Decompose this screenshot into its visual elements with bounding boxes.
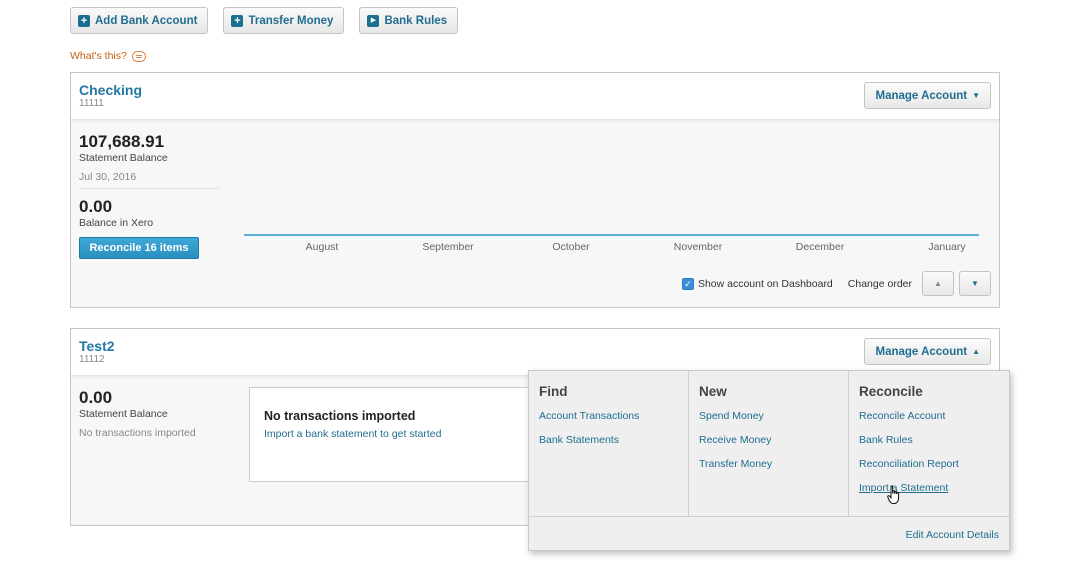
manage-account-menu: Find Account Transactions Bank Statement… [528,370,1010,551]
speech-bubble-icon [131,50,146,62]
change-order-label: Change order [847,277,912,290]
menu-column-new: New Spend Money Receive Money Transfer M… [688,371,848,516]
reconcile-items-button[interactable]: Reconcile 16 items [79,237,199,259]
move-down-button[interactable]: ▼ [959,271,991,296]
manage-account-label: Manage Account [875,89,968,102]
caret-up-icon: ▲ [934,279,942,288]
menu-item-transfer-money[interactable]: Transfer Money [699,458,772,470]
caret-down-icon: ▼ [972,91,980,100]
account-header: Checking 11111 Manage Account ▼ [71,73,999,120]
account-header: Test2 11112 Manage Account ▲ [71,329,999,376]
caret-down-icon: ▼ [971,279,979,288]
move-up-button[interactable]: ▲ [922,271,954,296]
month-label: October [552,241,590,253]
menu-item-reconciliation-report[interactable]: Reconciliation Report [859,458,959,470]
account-name[interactable]: Checking [79,82,142,98]
menu-item-spend-money[interactable]: Spend Money [699,410,764,422]
menu-item-bank-statements[interactable]: Bank Statements [539,434,619,446]
month-label: September [422,241,474,253]
account-name[interactable]: Test2 [79,338,115,354]
add-bank-account-button[interactable]: + Add Bank Account [70,7,209,34]
caret-up-icon: ▲ [972,347,980,356]
dashboard-options: ✓ Show account on Dashboard Change order… [681,271,991,296]
statement-balance-label: Statement Balance [79,408,168,420]
manage-account-label: Manage Account [875,345,968,358]
edit-account-details-link[interactable]: Edit Account Details [906,529,999,541]
menu-item-account-transactions[interactable]: Account Transactions [539,410,639,422]
transfer-money-label: Transfer Money [248,14,334,27]
menu-column-reconcile: Reconcile Reconcile Account Bank Rules R… [848,371,1008,516]
xero-balance-label: Balance in Xero [79,217,154,229]
no-transactions-box: No transactions imported Import a bank s… [249,387,539,482]
show-on-dashboard-checkbox[interactable]: ✓ [681,277,694,290]
statement-balance-label: Statement Balance [79,152,168,164]
import-statement-link[interactable]: Import a bank statement to get started [264,428,441,440]
play-arrow-icon: ▶ [367,14,380,27]
show-on-dashboard-label: Show account on Dashboard [697,277,833,290]
manage-account-button[interactable]: Manage Account ▼ [864,82,991,109]
no-transactions-title: No transactions imported [264,409,416,423]
menu-item-reconcile-account[interactable]: Reconcile Account [859,410,945,422]
add-bank-account-label: Add Bank Account [95,14,198,27]
plus-icon: + [231,14,244,27]
menu-item-receive-money[interactable]: Receive Money [699,434,771,446]
account-number: 11111 [79,98,104,109]
menu-column-find: Find Account Transactions Bank Statement… [529,371,689,516]
toolbar: + Add Bank Account + Transfer Money ▶ Ba… [70,7,459,34]
account-panel-checking: Checking 11111 Manage Account ▼ 107,688.… [70,72,1000,308]
manage-account-button[interactable]: Manage Account ▲ [864,338,991,365]
transfer-money-button[interactable]: + Transfer Money [223,7,345,34]
plus-icon: + [78,14,90,27]
menu-heading: Find [539,384,568,399]
bank-rules-button[interactable]: ▶ Bank Rules [359,7,459,34]
statement-date: Jul 30, 2016 [79,171,137,183]
account-number: 11112 [79,354,105,365]
divider [79,188,219,189]
xero-balance-value: 0.00 [79,197,113,216]
whats-this-label: What's this? [70,50,127,62]
whats-this-link[interactable]: What's this? [70,50,146,62]
month-label: January [928,241,966,253]
statement-balance-value: 107,688.91 [79,132,165,151]
month-label: December [795,241,845,253]
bank-rules-label: Bank Rules [384,14,448,27]
statement-balance-value: 0.00 [79,388,113,407]
menu-heading: Reconcile [859,384,923,399]
month-label: August [305,241,339,253]
menu-footer: Edit Account Details [529,516,1009,551]
menu-heading: New [699,384,727,399]
menu-item-bank-rules[interactable]: Bank Rules [859,434,913,446]
hand-cursor-icon [887,485,900,504]
balance-chart-line [244,234,979,236]
menu-item-import-statement[interactable]: Import a Statement [859,482,948,494]
month-label: November [673,241,723,253]
import-status: No transactions imported [79,427,196,439]
